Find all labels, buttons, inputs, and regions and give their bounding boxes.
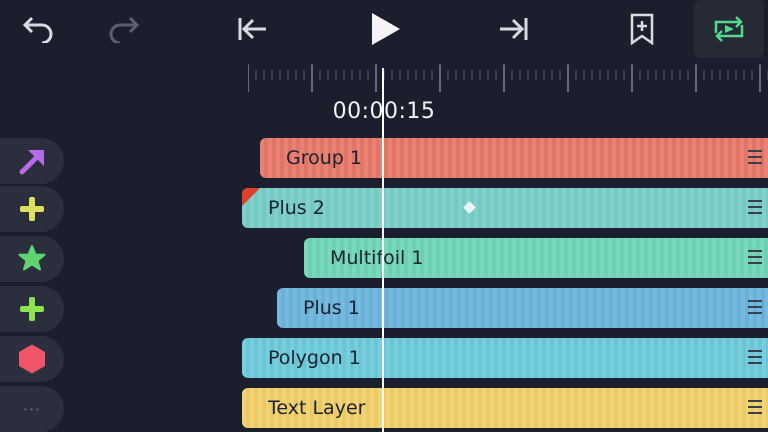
- redo-button[interactable]: [94, 0, 154, 58]
- layer-button-plus-1[interactable]: [0, 286, 64, 332]
- drag-handle-icon[interactable]: [748, 200, 762, 218]
- layer-bar-multifoil-1[interactable]: Multifoil 1: [304, 238, 768, 278]
- drag-handle-icon[interactable]: [748, 250, 762, 268]
- jump-to-start-button[interactable]: [222, 0, 282, 58]
- drag-handle-icon[interactable]: [748, 400, 762, 418]
- layer-bar-text-layer[interactable]: Text Layer: [242, 388, 768, 428]
- add-bookmark-button[interactable]: [612, 0, 672, 58]
- layer-track-area: Group 1 Plus 2 Multifoil 1 Plus 1 Polygo…: [0, 128, 768, 432]
- plus-icon: [20, 197, 44, 221]
- star-icon: [18, 245, 46, 271]
- layer-bar-group-1[interactable]: Group 1: [260, 138, 768, 178]
- arrow-icon: [19, 150, 44, 175]
- layer-bar-plus-2[interactable]: Plus 2: [242, 188, 768, 228]
- layer-bar-label: Multifoil 1: [330, 247, 424, 269]
- redo-arrow-icon: [109, 16, 140, 43]
- loop-playback-icon: [714, 16, 744, 42]
- layer-bar-label: Plus 1: [303, 297, 360, 319]
- drag-handle-icon[interactable]: [748, 150, 762, 168]
- layer-button-multifoil-1[interactable]: [0, 236, 64, 282]
- layer-bar-label: Text Layer: [268, 397, 366, 419]
- top-toolbar: [0, 0, 768, 58]
- layer-button-polygon-1[interactable]: [0, 336, 64, 382]
- hexagon-icon: [19, 344, 45, 374]
- undo-button[interactable]: [8, 0, 68, 58]
- skip-to-end-icon: [500, 18, 528, 40]
- playhead-line[interactable]: [382, 68, 384, 432]
- current-time-readout: 00:00:15: [332, 99, 436, 124]
- selected-marker: [242, 188, 260, 206]
- layer-bar-label: Polygon 1: [268, 347, 361, 369]
- layer-button-group-1[interactable]: [0, 138, 64, 184]
- layer-bar-plus-1[interactable]: Plus 1: [277, 288, 768, 328]
- undo-arrow-icon: [22, 16, 53, 43]
- play-button[interactable]: [354, 0, 414, 58]
- skip-to-start-icon: [238, 18, 266, 40]
- drag-handle-icon[interactable]: [748, 350, 762, 368]
- more-icon: ···: [22, 399, 42, 419]
- plus-icon: [20, 297, 44, 321]
- layer-button-text-layer[interactable]: ···: [0, 386, 64, 432]
- loop-toggle-button[interactable]: [694, 0, 764, 58]
- add-bookmark-icon: [630, 13, 654, 45]
- layer-button-plus-2[interactable]: [0, 186, 64, 232]
- drag-handle-icon[interactable]: [748, 300, 762, 318]
- time-ruler[interactable]: [248, 62, 768, 100]
- layer-bar-polygon-1[interactable]: Polygon 1: [242, 338, 768, 378]
- play-icon: [372, 13, 400, 45]
- jump-to-end-button[interactable]: [484, 0, 544, 58]
- layer-bar-label: Group 1: [286, 147, 362, 169]
